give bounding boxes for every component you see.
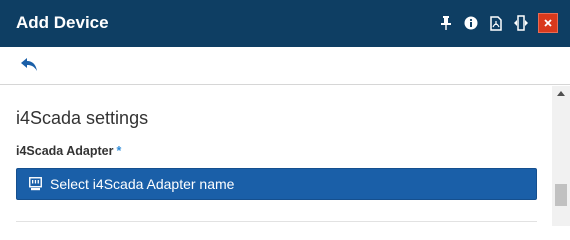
- close-icon: [544, 19, 552, 27]
- settings-panel: i4Scada settings i4Scada Adapter * Select…: [0, 86, 552, 226]
- adapter-field-label: i4Scada Adapter *: [16, 144, 121, 158]
- select-adapter-button[interactable]: Select i4Scada Adapter name: [16, 168, 537, 200]
- resize-icon[interactable]: [513, 13, 529, 33]
- info-icon[interactable]: [463, 13, 479, 33]
- scroll-thumb[interactable]: [555, 184, 567, 206]
- reply-arrow-icon: [21, 58, 37, 71]
- required-marker: *: [116, 144, 122, 158]
- vertical-scrollbar[interactable]: [552, 86, 570, 226]
- pdf-icon[interactable]: [488, 13, 504, 33]
- scroll-up-arrow-icon[interactable]: [557, 91, 565, 96]
- select-adapter-label: Select i4Scada Adapter name: [50, 176, 235, 192]
- pin-icon[interactable]: [438, 13, 454, 33]
- titlebar-actions: [438, 13, 558, 33]
- section-divider: [16, 221, 537, 222]
- close-button[interactable]: [538, 13, 558, 33]
- adapter-icon: [29, 177, 42, 191]
- back-button[interactable]: [21, 58, 41, 74]
- toolbar: [0, 47, 570, 85]
- section-title: i4Scada settings: [16, 108, 149, 128]
- window-titlebar: Add Device: [0, 0, 570, 47]
- window-title: Add Device: [16, 13, 109, 32]
- adapter-label-text: i4Scada Adapter: [16, 144, 114, 158]
